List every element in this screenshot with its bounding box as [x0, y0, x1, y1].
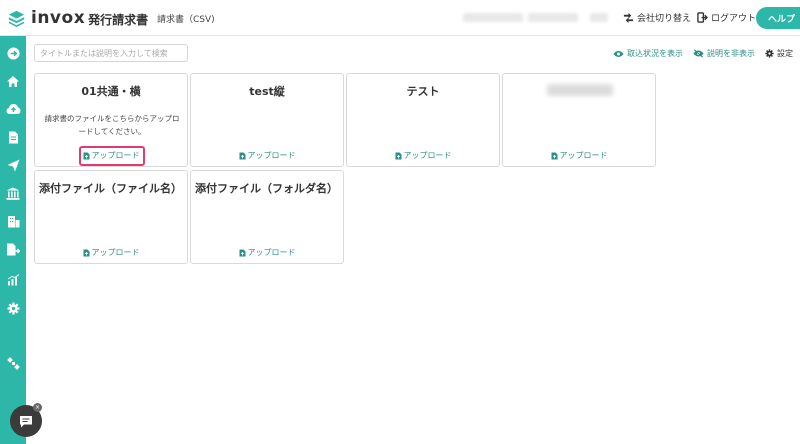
upload-label: アップロード [403, 151, 452, 160]
send-icon[interactable] [5, 157, 21, 173]
document-icon[interactable] [5, 129, 21, 145]
card-title: テスト [406, 85, 440, 98]
file-icon [239, 152, 245, 159]
upload-card: test縦 アップロード [190, 73, 344, 167]
show-status-button[interactable]: 取込状況を表示 [613, 48, 683, 59]
export-file-icon[interactable] [5, 241, 21, 257]
upload-card: アップロード [502, 73, 656, 167]
blurred-user-name [463, 13, 523, 22]
logout-label: ログアウト [711, 14, 757, 24]
upload-link[interactable]: アップロード [191, 150, 343, 161]
card-title: 添付ファイル（ファイル名） [39, 182, 182, 195]
upload-card: 添付ファイル（フォルダ名） アップロード [190, 170, 344, 264]
blurred-card-title [547, 84, 613, 96]
upload-link[interactable]: アップロード [35, 150, 187, 161]
logout-icon [697, 12, 708, 23]
card-title: 添付ファイル（フォルダ名） [195, 182, 338, 195]
switch-company-button[interactable]: 会社切り替え [623, 11, 691, 24]
home-icon[interactable] [5, 73, 21, 89]
bank-icon[interactable] [5, 185, 21, 201]
upload-link[interactable]: アップロード [35, 247, 187, 258]
switch-icon [623, 12, 634, 23]
file-icon [83, 152, 89, 159]
app-logo[interactable]: invox 発行請求書 [8, 8, 148, 28]
blurred-company-name [528, 13, 578, 22]
chat-icon [20, 415, 32, 427]
logout-button[interactable]: ログアウト [697, 11, 756, 24]
upload-label: アップロード [247, 151, 296, 160]
chart-icon[interactable] [5, 272, 21, 288]
file-icon [239, 249, 245, 256]
satellite-icon[interactable] [5, 355, 21, 371]
show-status-label: 取込状況を表示 [627, 49, 683, 58]
app-header: invox 発行請求書 請求書（CSV) 会社切り替え ログアウト ヘルプ [0, 0, 800, 36]
search-input[interactable] [34, 44, 188, 62]
sidebar [0, 36, 26, 444]
hide-description-button[interactable]: 説明を非表示 [693, 48, 755, 59]
upload-link[interactable]: アップロード [347, 150, 499, 161]
logo-mark-icon [8, 10, 25, 27]
upload-card: 添付ファイル（ファイル名） アップロード [34, 170, 188, 264]
card-title: 01共通・横 [81, 85, 141, 98]
building-icon[interactable] [5, 213, 21, 229]
logo-subtitle: 発行請求書 [88, 13, 149, 27]
blurred-user-id [590, 13, 608, 22]
upload-label: アップロード [91, 151, 140, 160]
cloud-upload-icon[interactable] [5, 101, 21, 117]
card-title: test縦 [249, 85, 285, 98]
close-icon[interactable]: × [33, 403, 42, 412]
card-description: 請求書のファイルをこちらからアップロードしてください。 [44, 114, 180, 136]
eye-slash-icon [693, 49, 704, 58]
upload-label: アップロード [559, 151, 608, 160]
upload-card: 01共通・横 請求書のファイルをこちらからアップロードしてください。 アップロー… [34, 73, 188, 167]
eye-icon [613, 50, 624, 57]
settings-button[interactable]: 設定 [765, 48, 793, 59]
help-button[interactable]: ヘルプ [756, 7, 800, 29]
switch-company-label: 会社切り替え [637, 14, 692, 24]
arrow-right-circle-icon[interactable] [5, 45, 21, 61]
upload-link[interactable]: アップロード [503, 150, 655, 161]
gear-icon [765, 49, 774, 58]
settings-label: 設定 [777, 49, 793, 58]
upload-label: アップロード [247, 248, 296, 257]
upload-label: アップロード [91, 248, 140, 257]
file-icon [83, 249, 89, 256]
upload-card: テスト アップロード [346, 73, 500, 167]
upload-link[interactable]: アップロード [191, 247, 343, 258]
logo-text: invox [31, 8, 86, 28]
gear-icon[interactable] [5, 300, 21, 316]
page-subtitle: 請求書（CSV) [157, 15, 215, 25]
file-icon [395, 152, 401, 159]
hide-description-label: 説明を非表示 [707, 49, 755, 58]
file-icon [551, 152, 557, 159]
